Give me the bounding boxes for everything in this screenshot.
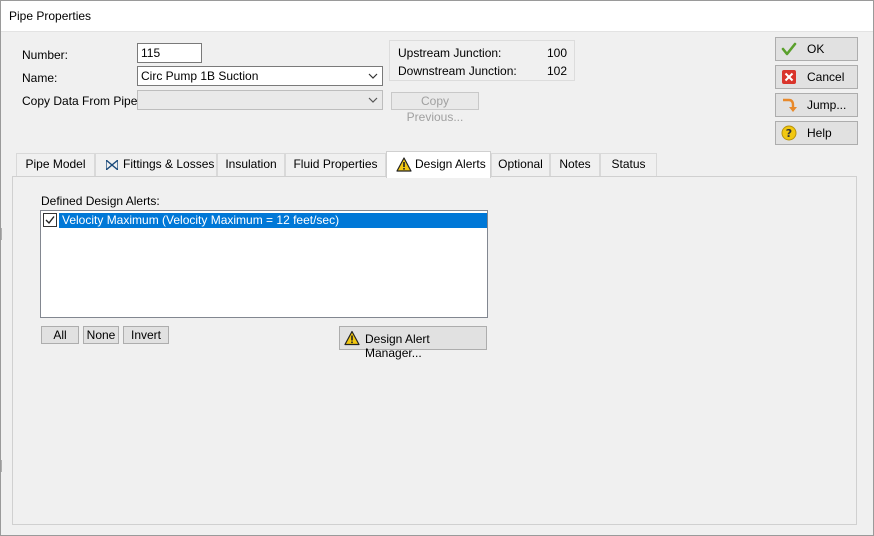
window-title: Pipe Properties xyxy=(9,9,92,23)
valve-icon xyxy=(106,160,118,170)
copy-data-label: Copy Data From Pipe... xyxy=(22,94,148,108)
number-label: Number: xyxy=(22,48,69,62)
jump-button[interactable]: Jump... xyxy=(775,93,858,117)
chevron-down-icon xyxy=(368,73,378,79)
tab-label: Design Alerts xyxy=(415,157,486,171)
check-icon xyxy=(781,42,797,56)
downstream-junction-label: Downstream Junction: xyxy=(398,64,517,78)
warning-icon xyxy=(396,157,412,172)
warning-icon xyxy=(344,330,360,346)
cancel-button[interactable]: Cancel xyxy=(775,65,858,89)
jump-arrow-icon xyxy=(783,98,797,112)
help-label: Help xyxy=(807,126,832,140)
downstream-junction-value: 102 xyxy=(547,64,568,78)
cancel-label: Cancel xyxy=(807,70,845,84)
help-icon: ? xyxy=(781,125,797,141)
copy-previous-button[interactable]: Copy Previous... xyxy=(391,92,479,124)
select-all-button[interactable]: All xyxy=(41,326,79,344)
title-bar: Pipe Properties xyxy=(0,0,874,32)
name-combobox[interactable]: Circ Pump 1B Suction xyxy=(137,66,383,86)
design-alert-manager-label: Design Alert Manager... xyxy=(365,332,430,360)
design-alert-manager-button[interactable]: Design Alert Manager... xyxy=(339,326,487,360)
tab-notes[interactable]: Notes xyxy=(550,153,600,176)
junction-info-panel: Upstream Junction: 100 Downstream Juncti… xyxy=(389,40,575,81)
close-icon xyxy=(782,70,796,84)
tab-insulation[interactable]: Insulation xyxy=(217,153,285,176)
tab-label: Pipe Model xyxy=(25,157,86,171)
name-value: Circ Pump 1B Suction xyxy=(141,69,259,83)
svg-text:?: ? xyxy=(786,127,792,140)
check-icon xyxy=(45,216,55,225)
window-edge-marker xyxy=(0,460,2,472)
tab-label: Notes xyxy=(559,157,591,171)
help-button[interactable]: ? Help xyxy=(775,121,858,145)
window-edge-marker xyxy=(0,228,2,240)
alert-label: Velocity Maximum (Velocity Maximum = 12 … xyxy=(59,213,487,228)
tab-fittings-losses[interactable]: Fittings & Losses xyxy=(95,153,217,176)
upstream-junction-value: 100 xyxy=(547,46,568,60)
tab-label: Insulation xyxy=(225,157,277,171)
tab-label: Fittings & Losses xyxy=(123,157,215,171)
name-label: Name: xyxy=(22,71,58,85)
ok-label: OK xyxy=(807,42,825,56)
design-alerts-list[interactable]: Velocity Maximum (Velocity Maximum = 12 … xyxy=(40,210,488,318)
upstream-junction-label: Upstream Junction: xyxy=(398,46,502,60)
tab-label: Status xyxy=(611,157,646,171)
defined-design-alerts-label: Defined Design Alerts: xyxy=(41,194,160,208)
jump-label: Jump... xyxy=(807,98,847,112)
tab-pipe-model[interactable]: Pipe Model xyxy=(16,153,95,176)
tab-fluid-properties[interactable]: Fluid Properties xyxy=(285,153,386,176)
tab-design-alerts[interactable]: Design Alerts xyxy=(386,151,491,178)
chevron-down-icon xyxy=(368,97,378,103)
select-none-button[interactable]: None xyxy=(83,326,119,344)
invert-selection-button[interactable]: Invert xyxy=(123,326,169,344)
number-input[interactable]: 115 xyxy=(137,43,202,63)
tab-optional[interactable]: Optional xyxy=(491,153,550,176)
ok-button[interactable]: OK xyxy=(775,37,858,61)
list-item[interactable]: Velocity Maximum (Velocity Maximum = 12 … xyxy=(43,213,487,228)
copy-data-combobox[interactable] xyxy=(137,90,383,110)
tab-label: Optional xyxy=(498,157,543,171)
alert-checkbox[interactable] xyxy=(43,213,57,227)
tab-label: Fluid Properties xyxy=(293,157,378,171)
tab-status[interactable]: Status xyxy=(600,153,657,176)
